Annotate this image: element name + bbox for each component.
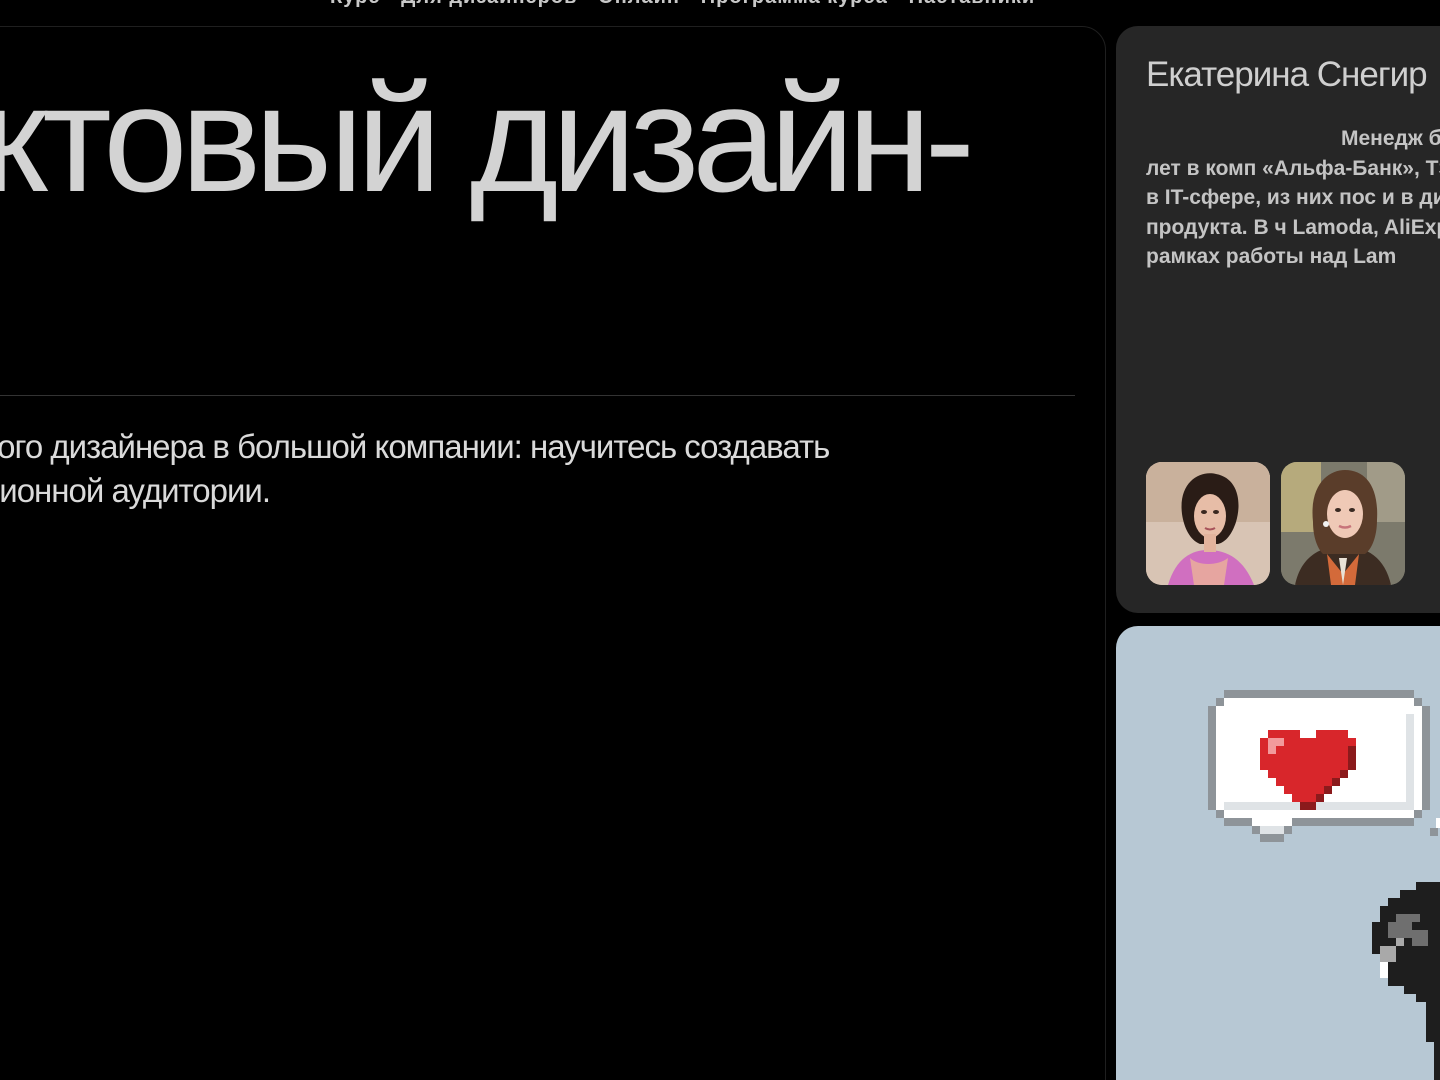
course-title: ктовый дизайн-: [0, 54, 975, 224]
author-name: Екатерина Снегир: [1146, 55, 1428, 94]
avatar[interactable]: [1146, 462, 1270, 585]
course-description: вого дизайнера в большой компании: научи…: [0, 425, 1041, 513]
course-hero-card: ктовый дизайн- вого дизайнера в большой …: [0, 26, 1106, 1080]
author-bio: Менедж более восьми лет в комп «Альфа-Ба…: [1146, 127, 1440, 268]
illustration-card: [1116, 626, 1440, 1080]
top-nav-strip: Курс · Для дизайнеров · Онлайн · Програм…: [0, 0, 1440, 10]
author-card: Екатерина Снегир Менедж более восьми лет…: [1116, 26, 1440, 613]
page: Курс · Для дизайнеров · Онлайн · Програм…: [0, 0, 1440, 1080]
person-photo-1-icon: [1146, 462, 1270, 585]
course-description-text: вого дизайнера в большой компании: научи…: [0, 428, 830, 509]
top-nav-text[interactable]: Курс · Для дизайнеров · Онлайн · Програм…: [330, 0, 1035, 9]
avatar[interactable]: [1281, 462, 1405, 585]
divider: [0, 395, 1075, 396]
pixel-heart-speech-bubble-icon: [1208, 690, 1440, 1080]
person-photo-2-icon: [1281, 462, 1405, 585]
